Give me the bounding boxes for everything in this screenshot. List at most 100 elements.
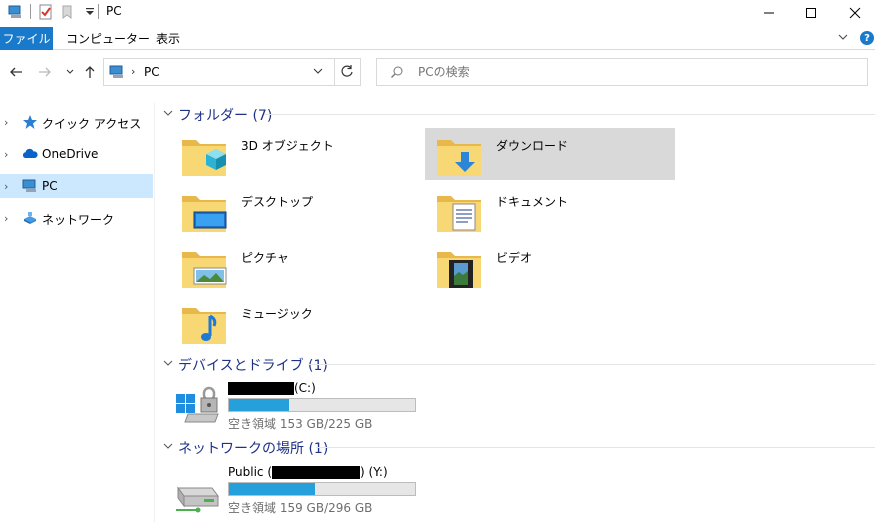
expand-chevron-icon[interactable]: › (4, 148, 8, 161)
folder-3d-objects[interactable]: 3D オブジェクト (170, 128, 420, 180)
forward-button[interactable] (37, 64, 53, 80)
search-icon (390, 65, 404, 82)
minimize-icon (764, 12, 774, 14)
search-box[interactable] (376, 58, 868, 86)
group-header-folders[interactable]: フォルダー (7) (156, 104, 875, 124)
network-icon (22, 210, 38, 226)
folder-label: デスクトップ (241, 195, 314, 209)
folder-music[interactable]: ミュージック (170, 296, 420, 348)
address-history-button[interactable] (312, 65, 324, 80)
expand-chevron-icon[interactable]: › (4, 212, 8, 225)
forward-arrow-icon (39, 67, 51, 77)
drive-label: (C:) (228, 381, 316, 395)
quick-access-star-icon (22, 114, 38, 130)
drive-usage-bar (228, 398, 416, 412)
breadcrumb[interactable]: PC (144, 65, 160, 79)
navigation-pane: › クイック アクセス › OneDrive › PC › ネットワーク (0, 103, 155, 522)
drive-y[interactable]: Public ( ) (Y:) 空き領域 159 GB/296 GB (170, 464, 430, 516)
expand-chevron-icon[interactable]: › (4, 116, 8, 129)
desktop-folder-icon (180, 188, 228, 236)
folder-label: ピクチャ (241, 251, 289, 265)
help-icon[interactable]: ? (860, 31, 874, 45)
close-icon (849, 7, 861, 19)
network-drive-icon (174, 468, 222, 516)
expand-chevron-icon[interactable]: › (4, 180, 8, 193)
recent-locations-button[interactable] (62, 64, 78, 80)
3d-objects-folder-icon (180, 132, 228, 180)
drive-c[interactable]: (C:) 空き領域 153 GB/225 GB (170, 380, 430, 432)
group-header-devices[interactable]: デバイスとドライブ (1) (156, 354, 875, 374)
tab-computer[interactable]: コンピューター (66, 27, 150, 50)
sidebar-item-label: クイック アクセス (42, 117, 142, 131)
back-button[interactable] (8, 64, 24, 80)
minimize-button[interactable] (746, 0, 792, 26)
chevron-down-icon (66, 69, 74, 74)
collapse-chevron-icon[interactable] (162, 357, 174, 372)
local-disk-icon (174, 384, 222, 432)
sidebar-item-label: PC (42, 179, 58, 193)
close-button[interactable] (832, 0, 875, 26)
tab-file[interactable]: ファイル (0, 27, 53, 50)
videos-folder-icon (435, 244, 483, 292)
sidebar-item-pc[interactable]: › PC (0, 174, 153, 198)
toolbar-separator (30, 4, 31, 19)
folder-downloads[interactable]: ダウンロード (425, 128, 675, 180)
drive-free-space: 空き領域 153 GB/225 GB (228, 417, 373, 431)
title-separator (98, 4, 99, 19)
sidebar-item-label: ネットワーク (42, 213, 115, 227)
content-pane: フォルダー (7) 3D オブジェクト ダウンロード デスクトップ ドキュメント… (156, 96, 875, 522)
folder-label: ミュージック (241, 307, 313, 321)
folder-pictures[interactable]: ピクチャ (170, 240, 420, 292)
maximize-button[interactable] (788, 0, 834, 26)
drive-label: Public ( ) (Y:) (228, 465, 388, 479)
folder-label: ビデオ (496, 251, 533, 265)
music-folder-icon (180, 300, 228, 348)
collapse-chevron-icon[interactable] (162, 440, 174, 455)
pc-icon (109, 64, 125, 83)
tab-view[interactable]: 表示 (156, 27, 180, 50)
refresh-button[interactable] (340, 64, 354, 81)
downloads-folder-icon (435, 132, 483, 180)
group-title: フォルダー (7) (178, 108, 273, 124)
chevron-down-icon (313, 68, 323, 74)
group-divider (264, 114, 875, 115)
group-divider (316, 447, 875, 448)
folder-label: ドキュメント (496, 195, 569, 209)
back-arrow-icon (10, 67, 22, 77)
documents-folder-icon (435, 188, 483, 236)
collapse-chevron-icon[interactable] (162, 107, 174, 122)
drive-free-space: 空き領域 159 GB/296 GB (228, 501, 373, 515)
pc-app-icon[interactable] (8, 4, 24, 20)
address-bar[interactable]: › PC (103, 58, 361, 86)
title-bar: PC (0, 0, 875, 26)
redacted-share-name (272, 465, 361, 479)
window-title: PC (106, 4, 122, 18)
new-folder-icon[interactable] (60, 4, 76, 20)
address-divider (334, 59, 335, 85)
folder-documents[interactable]: ドキュメント (425, 184, 675, 236)
drive-usage-fill (229, 399, 289, 411)
maximize-icon (806, 8, 816, 18)
group-title: ネットワークの場所 (1) (178, 441, 329, 457)
search-input[interactable] (418, 65, 838, 79)
group-divider (308, 364, 875, 365)
expand-ribbon-icon[interactable] (837, 31, 849, 46)
sidebar-item-quick-access[interactable]: › クイック アクセス (0, 110, 153, 134)
drive-name-prefix: Public ( (228, 465, 273, 479)
redacted-drive-name (228, 381, 294, 395)
pictures-folder-icon (180, 244, 228, 292)
group-header-network[interactable]: ネットワークの場所 (1) (156, 437, 875, 457)
up-button[interactable] (82, 64, 98, 80)
sidebar-item-network[interactable]: › ネットワーク (0, 206, 153, 230)
properties-icon[interactable] (38, 4, 54, 20)
sidebar-item-onedrive[interactable]: › OneDrive (0, 142, 153, 166)
folder-label: ダウンロード (496, 139, 569, 153)
pc-icon (22, 178, 38, 194)
folder-desktop[interactable]: デスクトップ (170, 184, 420, 236)
folder-label: 3D オブジェクト (241, 139, 334, 153)
folder-videos[interactable]: ビデオ (425, 240, 675, 292)
breadcrumb-chevron-icon[interactable]: › (131, 65, 135, 78)
customize-toolbar-icon[interactable] (82, 4, 98, 20)
up-arrow-icon (85, 66, 95, 78)
drive-usage-bar (228, 482, 416, 496)
